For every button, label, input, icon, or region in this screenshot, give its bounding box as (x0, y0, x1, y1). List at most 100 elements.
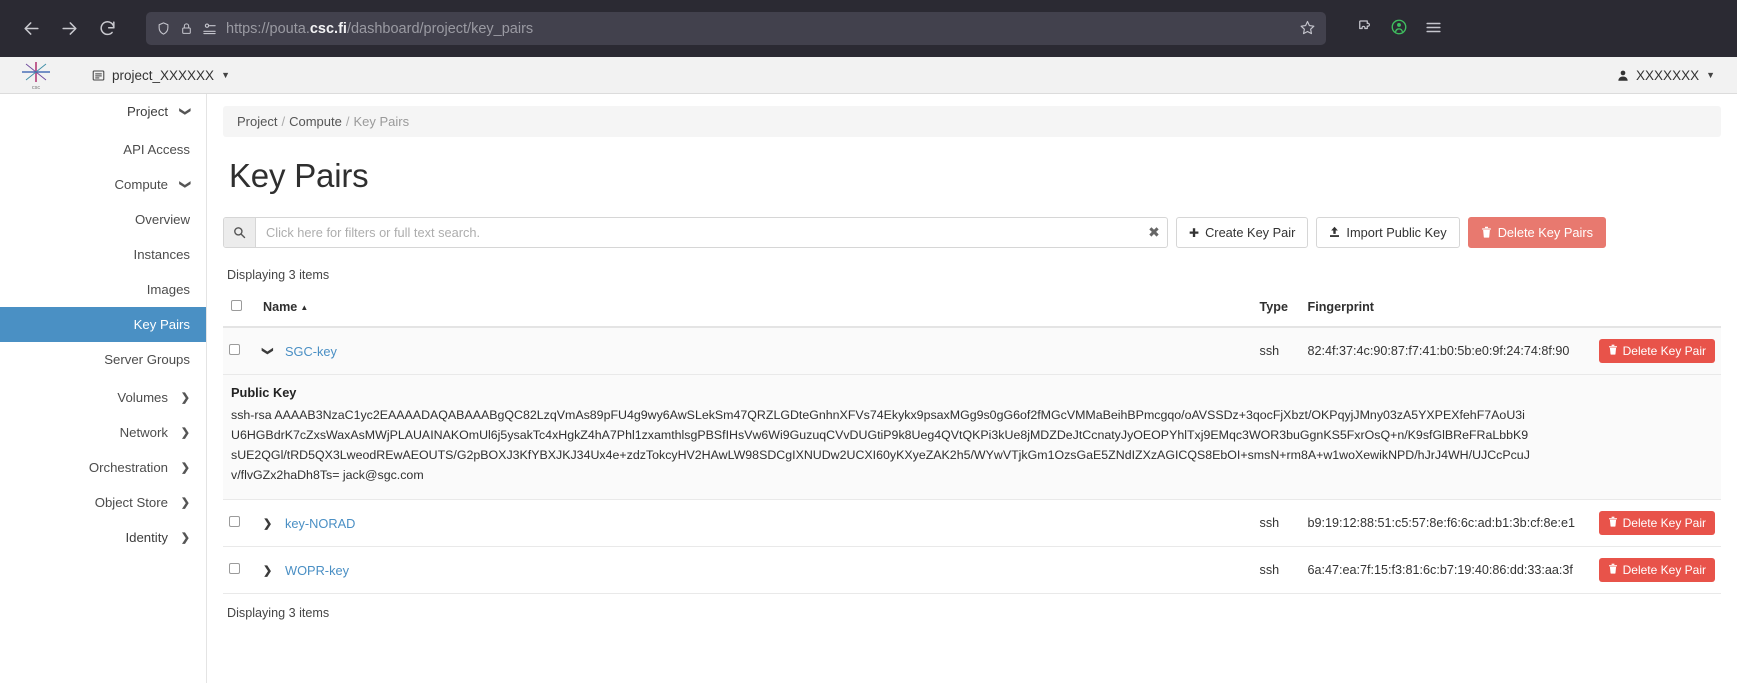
breadcrumb-item-compute[interactable]: Compute (289, 114, 342, 129)
search-input[interactable] (256, 218, 1141, 247)
sidebar-item-volumes[interactable]: Volumes ❯ (0, 380, 206, 415)
delete-key-pair-button[interactable]: Delete Key Pair (1598, 339, 1715, 363)
clear-search-icon[interactable]: ✖ (1141, 218, 1167, 247)
dashboard-topbar: csc project_XXXXXX ▼ XXXXXXX ▼ (0, 57, 1737, 94)
chevron-down-icon: ▼ (1706, 70, 1715, 80)
sidebar-item-label: Instances (133, 247, 190, 262)
chevron-right-icon[interactable]: ❯ (263, 564, 273, 577)
breadcrumb-separator: / (281, 114, 286, 129)
sidebar-item-images[interactable]: Images (0, 272, 206, 307)
user-menu[interactable]: XXXXXXX ▼ (1617, 68, 1715, 83)
project-switcher[interactable]: project_XXXXXX ▼ (92, 68, 230, 83)
sidebar-item-label: API Access (123, 142, 190, 157)
public-key-detail-row: Public Key ssh-rsa AAAAB3NzaC1yc2EAAAADAQ… (223, 374, 1721, 501)
url-scheme: https:// (226, 20, 270, 37)
sidebar-item-api-access[interactable]: API Access (0, 132, 206, 167)
forward-button[interactable] (52, 12, 86, 46)
delete-key-pair-button[interactable]: Delete Key Pair (1598, 558, 1715, 583)
public-key-detail-cell: Public Key ssh-rsa AAAAB3NzaC1yc2EAAAADAQ… (223, 374, 1721, 501)
breadcrumb-item-project[interactable]: Project (237, 114, 277, 129)
select-all-header[interactable] (223, 296, 257, 328)
row-fingerprint-cell: 6a:47:ea:7f:15:f3:81:6c:b7:19:40:86:dd:3… (1301, 546, 1581, 595)
permissions-icon[interactable] (202, 22, 217, 35)
breadcrumb-item-current: Key Pairs (353, 114, 410, 129)
extensions-puzzle-icon[interactable] (1356, 18, 1374, 39)
csc-logo-icon: csc (22, 62, 50, 90)
sidebar-item-label: Key Pairs (133, 317, 190, 332)
column-header-name[interactable]: Name ▲ (257, 296, 1254, 328)
search-bar[interactable]: ✖ (223, 217, 1168, 248)
chevron-right-icon: ❯ (180, 462, 190, 474)
sidebar-item-label: Images (146, 282, 190, 297)
url-bar[interactable]: https://pouta.csc.fi/dashboard/project/k… (146, 12, 1326, 45)
trash-icon (1608, 344, 1618, 358)
import-public-key-button[interactable]: Import Public Key (1316, 217, 1460, 248)
column-header-name-label: Name (263, 300, 298, 314)
sidebar-item-server-groups[interactable]: Server Groups (0, 342, 206, 377)
row-fingerprint-cell: 82:4f:37:4c:90:87:f7:41:b0:5b:e0:9f:24:7… (1301, 327, 1581, 375)
row-name-cell: ❯ key-NORAD (257, 499, 1254, 548)
create-key-pair-label: Create Key Pair (1205, 225, 1296, 240)
page-shell: Project ❯ API Access Compute ❯ Overview Instan… (0, 94, 1737, 683)
arrow-left-icon (23, 22, 39, 35)
row-checkbox[interactable] (229, 563, 240, 575)
url-path: /dashboard/project/key_pairs (346, 20, 534, 37)
sidebar-item-instances[interactable]: Instances (0, 237, 206, 272)
row-select-cell[interactable] (223, 499, 257, 548)
sidebar-item-label: Overview (135, 212, 190, 227)
back-button[interactable] (14, 12, 48, 46)
trash-icon (1608, 563, 1618, 577)
sidebar-item-object-store[interactable]: Object Store ❯ (0, 485, 206, 520)
sidebar-item-orchestration[interactable]: Orchestration ❯ (0, 450, 206, 485)
sidebar-item-label: Orchestration (88, 460, 168, 475)
delete-key-pair-button[interactable]: Delete Key Pair (1598, 511, 1715, 536)
url-text: https://pouta.csc.fi/dashboard/project/k… (226, 21, 1290, 37)
sidebar-item-compute[interactable]: Compute ❯ (0, 167, 206, 202)
shield-icon (156, 21, 171, 36)
url-domain: csc.fi (309, 20, 347, 37)
svg-text:csc: csc (32, 85, 41, 90)
upload-glyph-icon (1330, 226, 1340, 237)
sidebar-item-identity[interactable]: Identity ❯ (0, 520, 206, 555)
create-key-pair-button[interactable]: ✚ Create Key Pair (1176, 217, 1309, 248)
row-checkbox[interactable] (229, 344, 240, 355)
bookmark-star-icon[interactable] (1299, 19, 1316, 39)
browser-toolbar: https://pouta.csc.fi/dashboard/project/k… (0, 0, 1737, 57)
delete-key-pairs-button[interactable]: Delete Key Pairs (1467, 217, 1606, 248)
sidebar-item-overview[interactable]: Overview (0, 202, 206, 237)
account-icon[interactable] (1390, 18, 1408, 39)
hamburger-menu-icon[interactable] (1424, 18, 1443, 40)
select-all-checkbox[interactable] (231, 300, 242, 311)
chevron-right-icon[interactable]: ❯ (263, 517, 273, 530)
chevron-down-icon: ❯ (178, 106, 191, 117)
row-name-cell: ❯ SGC-key (257, 327, 1254, 375)
sidebar-item-key-pairs[interactable]: Key Pairs (0, 307, 206, 342)
browser-actions (1342, 18, 1443, 40)
sidebar-item-project[interactable]: Project ❯ (0, 94, 206, 129)
sidebar-item-network[interactable]: Network ❯ (0, 415, 206, 450)
table-row: ❯ WOPR-key ssh 6a:47:ea:7f:15:f3:81:6c:b7:1… (223, 546, 1721, 595)
sidebar-item-label: Volumes (117, 390, 168, 405)
chevron-down-icon[interactable]: ❯ (262, 346, 275, 356)
url-domain-pre: pouta. (269, 20, 310, 37)
csc-logo[interactable]: csc (14, 60, 58, 90)
public-key-label: Public Key (231, 385, 297, 400)
sort-ascending-icon: ▲ (300, 303, 309, 312)
row-name-cell: ❯ WOPR-key (257, 546, 1254, 595)
search-icon[interactable] (224, 218, 256, 247)
upload-icon (1329, 226, 1340, 240)
key-pair-link[interactable]: WOPR-key (285, 563, 349, 578)
row-checkbox[interactable] (229, 516, 240, 528)
key-pairs-table: Name ▲ Type Fingerprint ❯ SGC-key ssh 82:4f:… (223, 296, 1721, 595)
delete-key-pair-label: Delete Key Pair (1622, 344, 1706, 358)
reload-button[interactable] (90, 12, 124, 46)
key-pair-link[interactable]: SGC-key (285, 344, 337, 359)
breadcrumb-separator: / (345, 114, 350, 129)
sidebar-item-label: Network (119, 425, 168, 440)
row-select-cell[interactable] (223, 546, 257, 595)
row-select-cell[interactable] (223, 327, 257, 375)
item-count-top: Displaying 3 items (227, 268, 330, 282)
table-row: ❯ SGC-key ssh 82:4f:37:4c:90:87:f7:41:b0:5b… (223, 327, 1721, 375)
key-pair-link[interactable]: key-NORAD (285, 516, 355, 531)
